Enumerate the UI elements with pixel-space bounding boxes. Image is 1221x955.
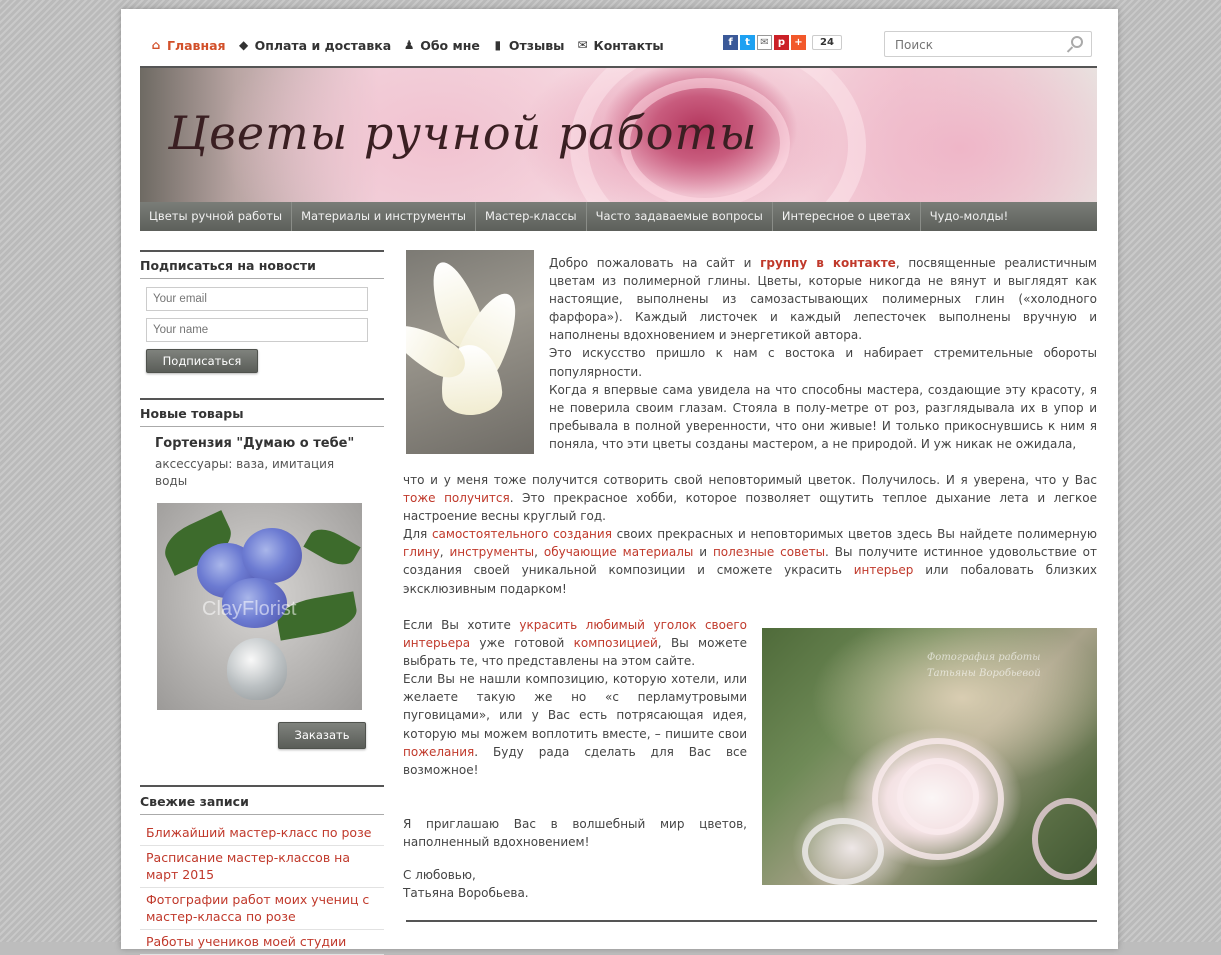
facebook-icon[interactable]: f xyxy=(723,35,738,50)
wishes-link[interactable]: пожелания xyxy=(403,745,474,759)
signature-line: С любовью, xyxy=(403,868,476,882)
subscribe-title: Подписаться на новости xyxy=(140,258,316,273)
watermark: ClayFlorist xyxy=(202,598,297,620)
nav-item-payment[interactable]: ◆ Оплата и доставка xyxy=(237,37,392,53)
nav-item-contacts[interactable]: ✉ Контакты xyxy=(575,38,663,53)
rose-petal xyxy=(897,758,979,835)
name-field[interactable] xyxy=(146,318,368,342)
nav-item-home[interactable]: ⌂ Главная xyxy=(149,38,226,53)
interior-link[interactable]: интерьер xyxy=(854,563,914,577)
glass-vase xyxy=(227,638,287,700)
nav-label: Контакты xyxy=(593,37,664,53)
divider xyxy=(406,920,1097,922)
product-image[interactable]: ClayFlorist xyxy=(157,503,362,710)
intro-text: Для xyxy=(403,527,432,542)
signature-name: Татьяна Воробьева. xyxy=(403,886,529,900)
plus-share-icon[interactable]: + xyxy=(791,35,806,50)
menu-item-master-classes[interactable]: Мастер-классы xyxy=(476,202,587,231)
tools-link[interactable]: инструменты xyxy=(449,545,534,559)
recent-posts-list: Ближайший мастер-класс по розе Расписани… xyxy=(140,821,384,955)
recent-posts-title: Свежие записи xyxy=(140,794,249,809)
menu-item-flower-facts[interactable]: Интересное о цветах xyxy=(773,202,921,231)
intro-text: Это искусство пришло к нам с востока и н… xyxy=(549,346,1097,379)
menu-item-handmade-flowers[interactable]: Цветы ручной работы xyxy=(140,202,293,231)
tag-icon: ◆ xyxy=(238,38,249,52)
rose-petal xyxy=(802,818,884,885)
site-title: Цветы ручной работы xyxy=(168,106,758,160)
recent-post-link[interactable]: Ближайший мастер-класс по розе xyxy=(140,821,384,846)
divider xyxy=(140,278,384,279)
invitation-text: Я приглашаю Вас в волшебный мир цветов, … xyxy=(403,817,747,850)
top-nav: ⌂ Главная ◆ Оплата и доставка ♟ Обо мне … xyxy=(149,33,675,57)
new-products-title: Новые товары xyxy=(140,406,244,421)
nav-label: Обо мне xyxy=(420,37,480,53)
nav-item-about[interactable]: ♟ Обо мне xyxy=(402,38,480,53)
menu-item-molds[interactable]: Чудо-молды! xyxy=(921,202,1018,231)
share-count: 24 xyxy=(812,35,842,50)
intro-text-top: Добро пожаловать на сайт и группу в конт… xyxy=(549,254,1097,453)
pinterest-icon[interactable]: p xyxy=(774,35,789,50)
intro-text: Когда я впервые сама увидела на что спос… xyxy=(549,382,1097,451)
nav-label: Оплата и доставка xyxy=(254,37,392,53)
menu-item-materials[interactable]: Материалы и инструменты xyxy=(292,202,477,231)
nav-label: Отзывы xyxy=(508,37,565,53)
self-creation-link[interactable]: самостоятельного создания xyxy=(432,527,612,541)
intro-text: и xyxy=(693,545,713,560)
divider xyxy=(140,426,384,427)
intro-text: , xyxy=(534,545,544,560)
user-icon: ♟ xyxy=(403,38,415,52)
social-share: f t ✉ p + 24 xyxy=(723,35,842,50)
tutorials-link[interactable]: обучающие материалы xyxy=(544,545,693,559)
product-name[interactable]: Гортензия "Думаю о тебе" xyxy=(155,436,354,451)
hydrangea-cluster xyxy=(242,528,302,583)
clay-link[interactable]: глину xyxy=(403,545,440,559)
divider xyxy=(140,250,384,252)
intro-text-left: Если Вы хотите украсить любимый уголок с… xyxy=(403,616,747,779)
main-menu: Цветы ручной работы Материалы и инструме… xyxy=(140,202,1097,231)
composition-link[interactable]: композицией xyxy=(574,636,658,650)
intro-text: уже готовой xyxy=(470,636,574,651)
page-container: ⌂ Главная ◆ Оплата и доставка ♟ Обо мне … xyxy=(121,9,1118,955)
rose-petal xyxy=(1032,798,1097,880)
search-icon[interactable] xyxy=(1071,36,1083,48)
search-box xyxy=(884,31,1092,57)
recent-post-link[interactable]: Расписание мастер-классов на март 2015 xyxy=(140,846,384,888)
search-input[interactable] xyxy=(893,33,1067,57)
divider xyxy=(140,814,384,815)
email-field[interactable] xyxy=(146,287,368,311)
intro-text: Если Вы хотите xyxy=(403,618,520,632)
intro-text: Добро пожаловать на сайт и xyxy=(549,256,761,270)
comment-icon: ▮ xyxy=(494,38,502,52)
mail-icon: ✉ xyxy=(577,38,588,52)
recent-post-link[interactable]: Работы учеников моей студии xyxy=(140,930,384,955)
recent-post-link[interactable]: Фотографии работ моих учениц с мастер-кл… xyxy=(140,888,384,930)
you-can-link[interactable]: тоже получится xyxy=(403,491,510,505)
watermark: Фотография работы Татьяны Воробьевой xyxy=(927,652,1041,679)
lily-photo[interactable] xyxy=(406,250,534,454)
divider xyxy=(140,398,384,400)
vk-group-link[interactable]: группу в контакте xyxy=(760,256,896,270)
twitter-icon[interactable]: t xyxy=(740,35,755,50)
subscribe-button[interactable]: Подписаться xyxy=(146,349,258,373)
divider xyxy=(140,785,384,787)
menu-item-faq[interactable]: Часто задаваемые вопросы xyxy=(587,202,773,231)
email-share-icon[interactable]: ✉ xyxy=(757,35,772,50)
order-button[interactable]: Заказать xyxy=(278,722,366,749)
intro-text-full: что и у меня тоже получится сотворить св… xyxy=(403,471,1097,598)
tips-link[interactable]: полезные советы xyxy=(713,545,825,559)
nav-label: Главная xyxy=(167,37,226,53)
intro-text: Если Вы не нашли композицию, которую хот… xyxy=(403,672,747,741)
rose-photo[interactable]: Фотография работы Татьяны Воробьевой xyxy=(762,628,1097,885)
intro-text: что и у меня тоже получится сотворить св… xyxy=(403,473,1097,487)
nav-item-reviews[interactable]: ▮ Отзывы xyxy=(491,38,565,53)
leaf-shape xyxy=(303,522,361,572)
intro-text: , xyxy=(439,545,450,560)
header-banner[interactable]: Цветы ручной работы xyxy=(140,68,1097,202)
home-icon: ⌂ xyxy=(151,38,161,52)
product-description: аксессуары: ваза, имитация воды xyxy=(155,457,335,488)
intro-text: своих прекрасных и неповторимых цветов з… xyxy=(611,527,1098,542)
